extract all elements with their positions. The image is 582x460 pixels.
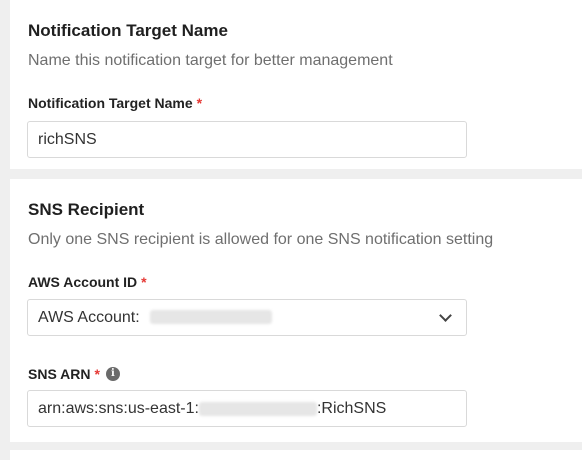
info-icon[interactable]: i bbox=[105, 367, 120, 381]
target-name-input[interactable]: richSNS bbox=[27, 121, 467, 158]
sns-arn-value-suffix: :RichSNS bbox=[316, 399, 387, 417]
section-description-target-name: Name this notification target for better… bbox=[28, 52, 393, 69]
section-title-sns-recipient: SNS Recipient bbox=[28, 200, 145, 219]
aws-account-field-label: AWS Account ID * bbox=[28, 274, 147, 290]
redacted-account-number bbox=[198, 401, 317, 416]
target-name-field-label: Notification Target Name * bbox=[28, 95, 202, 111]
aws-account-select[interactable]: AWS Account: bbox=[27, 299, 467, 336]
section-title-target-name: Notification Target Name bbox=[28, 21, 228, 40]
target-name-input-value: richSNS bbox=[38, 130, 97, 148]
notification-target-name-card: Notification Target Name Name this notif… bbox=[10, 0, 582, 169]
sns-recipient-card: SNS Recipient Only one SNS recipient is … bbox=[10, 179, 582, 442]
next-section-card bbox=[10, 450, 582, 460]
chevron-down-icon[interactable] bbox=[439, 308, 452, 322]
sns-arn-field-label: SNS ARN * i bbox=[28, 366, 120, 382]
redacted-account-id bbox=[150, 310, 273, 325]
aws-account-selected-value: AWS Account: bbox=[38, 308, 273, 327]
aws-account-label-text: AWS Account ID bbox=[28, 274, 138, 290]
sns-arn-value-prefix: arn:aws:sns:us-east-1: bbox=[38, 399, 199, 417]
required-asterisk: * bbox=[196, 95, 203, 111]
required-asterisk: * bbox=[141, 274, 147, 290]
required-asterisk: * bbox=[94, 366, 100, 382]
section-description-sns-recipient: Only one SNS recipient is allowed for on… bbox=[28, 231, 494, 248]
aws-account-value-prefix: AWS Account: bbox=[38, 308, 140, 326]
target-name-label-text: Notification Target Name bbox=[28, 95, 193, 111]
sns-arn-label-text: SNS ARN bbox=[28, 366, 91, 382]
sns-arn-input[interactable]: arn:aws:sns:us-east-1: :RichSNS bbox=[27, 390, 467, 427]
